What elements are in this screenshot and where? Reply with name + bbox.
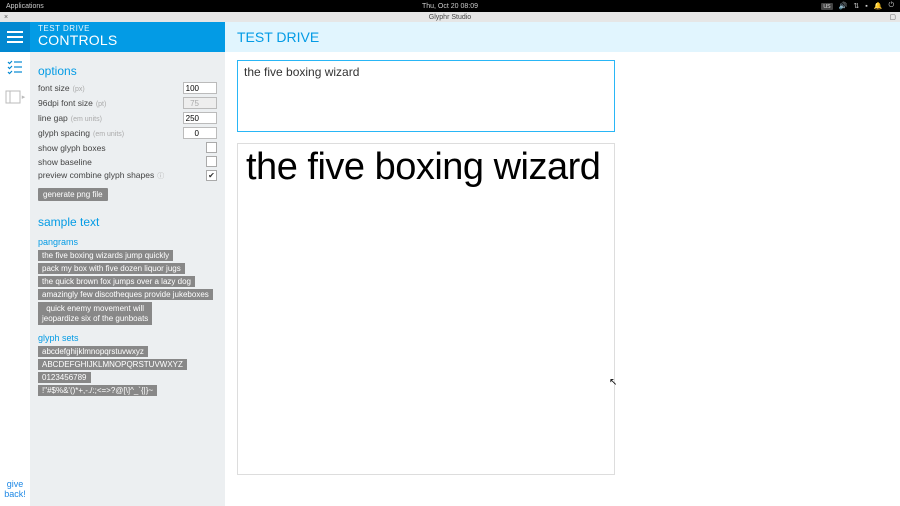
main-area: TEST DRIVE the five boxing wizard <box>225 22 900 506</box>
option-glyph-spacing: glyph spacing(em units) <box>38 127 217 139</box>
sample-text-heading: sample text <box>38 215 217 229</box>
pangram-item[interactable]: the quick brown fox jumps over a lazy do… <box>38 276 195 287</box>
options-heading: options <box>38 64 217 78</box>
font-size-hint: (px) <box>73 86 85 93</box>
network-icon[interactable]: ⇅ <box>853 2 859 10</box>
show-baseline-checkbox[interactable] <box>206 156 217 167</box>
pangrams-list: the five boxing wizards jump quickly pac… <box>38 250 217 325</box>
font-size-input[interactable] <box>183 82 217 94</box>
window-close-icon[interactable]: × <box>4 14 8 21</box>
os-top-bar: Applications Thu, Oct 20 08:09 us 🔊 ⇅ ▪ … <box>0 0 900 12</box>
power-icon[interactable]: ⏻ <box>888 2 894 10</box>
line-gap-label: line gap <box>38 113 68 123</box>
preview-combine-label: preview combine glyph shapes <box>38 170 154 180</box>
pangram-item[interactable]: pack my box with five dozen liquor jugs <box>38 263 185 274</box>
info-icon[interactable]: ⓘ <box>157 171 164 181</box>
applications-menu[interactable]: Applications <box>6 3 44 10</box>
font-preview: the five boxing wizard <box>237 143 615 475</box>
glyph-sets-heading: glyph sets <box>38 333 217 343</box>
line-gap-input[interactable] <box>183 112 217 124</box>
font-preview-text: the five boxing wizard <box>240 148 612 188</box>
main-header: TEST DRIVE <box>225 22 900 52</box>
os-clock: Thu, Oct 20 08:09 <box>0 3 900 10</box>
battery-icon[interactable]: ▪ <box>865 3 867 10</box>
preview-combine-checkbox[interactable] <box>206 170 217 181</box>
glyph-sets-list: abcdefghijklmnopqrstuvwxyz ABCDEFGHIJKLM… <box>38 346 217 396</box>
pangram-item[interactable]: the five boxing wizards jump quickly <box>38 250 173 261</box>
option-line-gap: line gap(em units) <box>38 112 217 124</box>
option-show-glyph-boxes: show glyph boxes <box>38 142 217 153</box>
glyph-spacing-hint: (em units) <box>93 131 124 138</box>
sidebar-title: CONTROLS <box>38 33 217 47</box>
option-font-size: font size(px) <box>38 82 217 94</box>
font-size-label: font size <box>38 83 70 93</box>
app-root: ▸ give back! TEST DRIVE CONTROLS options… <box>0 22 900 506</box>
mouse-cursor-icon: ↖ <box>609 377 617 388</box>
pangrams-heading: pangrams <box>38 237 217 247</box>
show-glyph-boxes-label: show glyph boxes <box>38 143 106 153</box>
dpi-label: 96dpi font size <box>38 98 93 108</box>
window-maximize-icon[interactable]: ▢ <box>889 13 896 21</box>
hamburger-button[interactable] <box>0 22 30 52</box>
nav-rail: ▸ give back! <box>0 22 30 506</box>
line-gap-hint: (em units) <box>71 116 102 123</box>
hamburger-icon <box>7 31 23 43</box>
dpi-hint: (pt) <box>96 101 107 108</box>
sidebar-subtitle: TEST DRIVE <box>38 24 217 33</box>
pangram-item[interactable]: amazingly few discotheques provide jukeb… <box>38 289 213 300</box>
os-tray: us 🔊 ⇅ ▪ 🔔 ⏻ <box>821 2 894 10</box>
option-show-baseline: show baseline <box>38 156 217 167</box>
give-back-link[interactable]: give back! <box>0 480 30 506</box>
pangram-item[interactable]: quick enemy movement will jeopardize six… <box>38 302 152 325</box>
notifications-icon[interactable]: 🔔 <box>874 2 883 10</box>
glyph-set-item[interactable]: 0123456789 <box>38 372 91 383</box>
show-glyph-boxes-checkbox[interactable] <box>206 142 217 153</box>
panel-icon[interactable]: ▸ <box>0 82 30 112</box>
window-title: Glyphr Studio <box>429 14 471 21</box>
sample-text-input[interactable] <box>237 60 615 132</box>
keyboard-indicator-icon[interactable]: us <box>821 3 832 10</box>
glyph-set-item[interactable]: abcdefghijklmnopqrstuvwxyz <box>38 346 148 357</box>
glyph-spacing-label: glyph spacing <box>38 128 90 138</box>
volume-icon[interactable]: 🔊 <box>839 2 848 10</box>
checklist-icon[interactable] <box>0 52 30 82</box>
show-baseline-label: show baseline <box>38 157 92 167</box>
sidebar: TEST DRIVE CONTROLS options font size(px… <box>30 22 225 506</box>
option-dpi: 96dpi font size(pt) <box>38 97 217 109</box>
generate-png-button[interactable]: generate png file <box>38 188 108 201</box>
sidebar-header: TEST DRIVE CONTROLS <box>30 22 225 52</box>
option-preview-combine: preview combine glyph shapesⓘ <box>38 170 217 181</box>
glyph-set-item[interactable]: ABCDEFGHIJKLMNOPQRSTUVWXYZ <box>38 359 187 370</box>
glyph-set-item[interactable]: !"#$%&'()*+,-./:;<=>?@[\]^_`{|}~ <box>38 385 157 396</box>
dpi-input <box>183 97 217 109</box>
glyph-spacing-input[interactable] <box>183 127 217 139</box>
window-titlebar[interactable]: × Glyphr Studio ▢ <box>0 12 900 22</box>
